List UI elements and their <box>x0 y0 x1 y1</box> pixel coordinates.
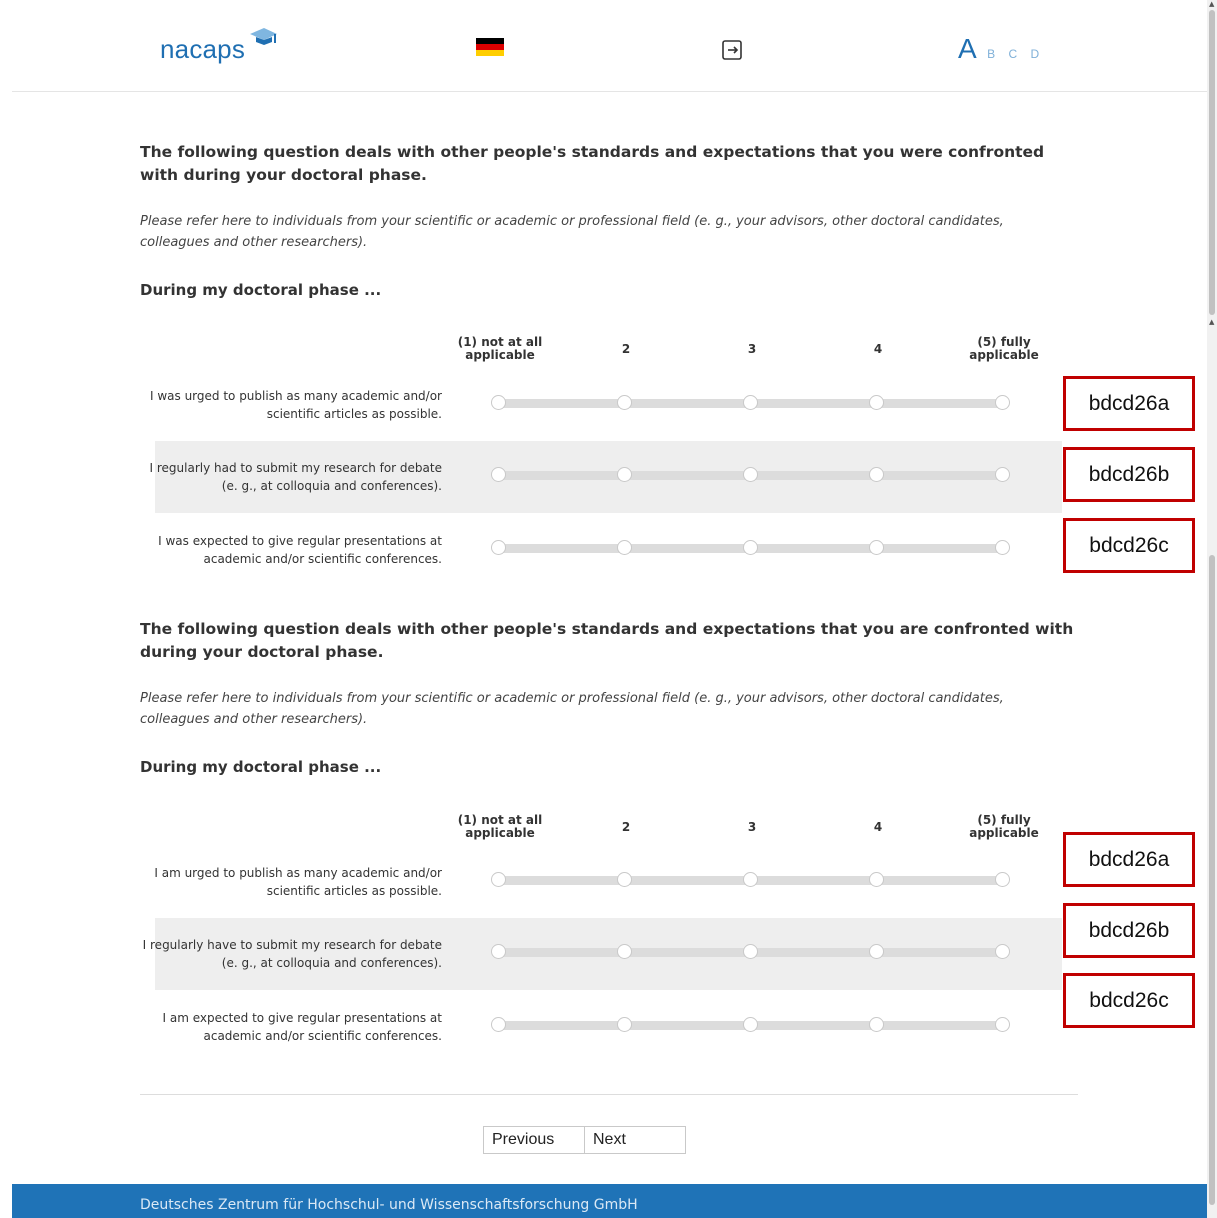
item-row: I am expected to give regular presentati… <box>155 991 1062 1063</box>
radio-option-2[interactable] <box>617 872 632 887</box>
radio-option-1[interactable] <box>491 1017 506 1032</box>
radio-option-3[interactable] <box>743 467 758 482</box>
variable-code-annotation: bdcd26c <box>1063 973 1195 1028</box>
item-row: I regularly have to submit my research f… <box>143 918 1062 990</box>
german-flag-icon[interactable] <box>476 38 504 56</box>
radio-option-1[interactable] <box>491 467 506 482</box>
item-row: I regularly had to submit my research fo… <box>150 441 1062 513</box>
next-button[interactable]: Next <box>584 1126 686 1154</box>
page-footer: Deutsches Zentrum für Hochschul- und Wis… <box>12 1184 1207 1218</box>
item-label: I am urged to publish as many academic a… <box>154 866 442 898</box>
logout-icon[interactable] <box>722 40 744 60</box>
item-label: I was expected to give regular presentat… <box>158 534 442 566</box>
scale-header-1: (1) not at all applicable <box>457 335 543 362</box>
scale-header-2: 2 <box>621 342 631 356</box>
radio-option-5[interactable] <box>995 467 1010 482</box>
scale-header-4: 4 <box>873 342 883 356</box>
radio-option-2[interactable] <box>617 540 632 555</box>
scale-header-2: 2 <box>621 820 631 834</box>
radio-option-1[interactable] <box>491 944 506 959</box>
question-title: The following question deals with other … <box>140 620 1074 661</box>
item-label: I regularly have to submit my research f… <box>142 938 442 970</box>
radio-option-3[interactable] <box>743 944 758 959</box>
graduation-cap-icon <box>250 28 277 45</box>
radio-option-4[interactable] <box>869 944 884 959</box>
radio-option-5[interactable] <box>995 944 1010 959</box>
variable-code-annotation: bdcd26b <box>1063 903 1195 958</box>
radio-option-4[interactable] <box>869 395 884 410</box>
radio-option-2[interactable] <box>617 944 632 959</box>
radio-option-2[interactable] <box>617 467 632 482</box>
previous-button[interactable]: Previous <box>483 1126 585 1154</box>
radio-option-4[interactable] <box>869 1017 884 1032</box>
item-label: I regularly had to submit my research fo… <box>149 461 442 493</box>
radio-option-5[interactable] <box>995 540 1010 555</box>
item-row: I was expected to give regular presentat… <box>155 514 1062 586</box>
scale-header-3: 3 <box>747 342 757 356</box>
radio-option-3[interactable] <box>743 872 758 887</box>
scrollbar[interactable]: ▲ ▲ <box>1207 0 1217 1218</box>
radio-option-3[interactable] <box>743 1017 758 1032</box>
radio-option-1[interactable] <box>491 540 506 555</box>
radio-option-4[interactable] <box>869 872 884 887</box>
scale-header-1: (1) not at all applicable <box>457 813 543 840</box>
variable-code-annotation: bdcd26a <box>1063 832 1195 887</box>
scrollbar-thumb-outer[interactable] <box>1209 10 1215 315</box>
scroll-up-icon[interactable]: ▲ <box>1209 0 1214 8</box>
radio-option-5[interactable] <box>995 395 1010 410</box>
radio-option-4[interactable] <box>869 467 884 482</box>
question-stem: During my doctoral phase ... <box>140 281 382 299</box>
nacaps-logo[interactable]: nacaps <box>160 28 277 65</box>
item-row: I am urged to publish as many academic a… <box>154 846 1062 918</box>
radio-option-1[interactable] <box>491 872 506 887</box>
question-note: Please refer here to individuals from yo… <box>140 214 1004 250</box>
scrollbar-thumb-inner[interactable] <box>1209 555 1215 1205</box>
radio-option-5[interactable] <box>995 1017 1010 1032</box>
scroll-up-icon-inner[interactable]: ▲ <box>1209 318 1214 326</box>
radio-option-2[interactable] <box>617 1017 632 1032</box>
scale-header-4: 4 <box>873 820 883 834</box>
question-stem: During my doctoral phase ... <box>140 758 382 776</box>
scale-header-3: 3 <box>747 820 757 834</box>
scale-header-5: (5) fully applicable <box>969 813 1039 840</box>
logo-text: nacaps <box>160 34 246 64</box>
level-current[interactable]: A <box>958 33 977 64</box>
radio-option-1[interactable] <box>491 395 506 410</box>
footer-text: Deutsches Zentrum für Hochschul- und Wis… <box>140 1197 638 1213</box>
variable-code-annotation: bdcd26c <box>1063 518 1195 573</box>
question-title: The following question deals with other … <box>140 143 1045 184</box>
variable-code-annotation: bdcd26a <box>1063 376 1195 431</box>
radio-option-3[interactable] <box>743 395 758 410</box>
item-row: I was urged to publish as many academic … <box>150 369 1062 441</box>
level-others[interactable]: B C D <box>987 47 1044 61</box>
font-size-selector[interactable]: A B C D <box>958 33 1044 65</box>
radio-option-3[interactable] <box>743 540 758 555</box>
radio-option-5[interactable] <box>995 872 1010 887</box>
scale-header-5: (5) fully applicable <box>969 335 1039 362</box>
question-note: Please refer here to individuals from yo… <box>140 691 1004 727</box>
radio-option-2[interactable] <box>617 395 632 410</box>
item-label: I am expected to give regular presentati… <box>162 1011 442 1043</box>
item-label: I was urged to publish as many academic … <box>149 389 442 421</box>
divider <box>140 1094 1078 1095</box>
variable-code-annotation: bdcd26b <box>1063 447 1195 502</box>
radio-option-4[interactable] <box>869 540 884 555</box>
